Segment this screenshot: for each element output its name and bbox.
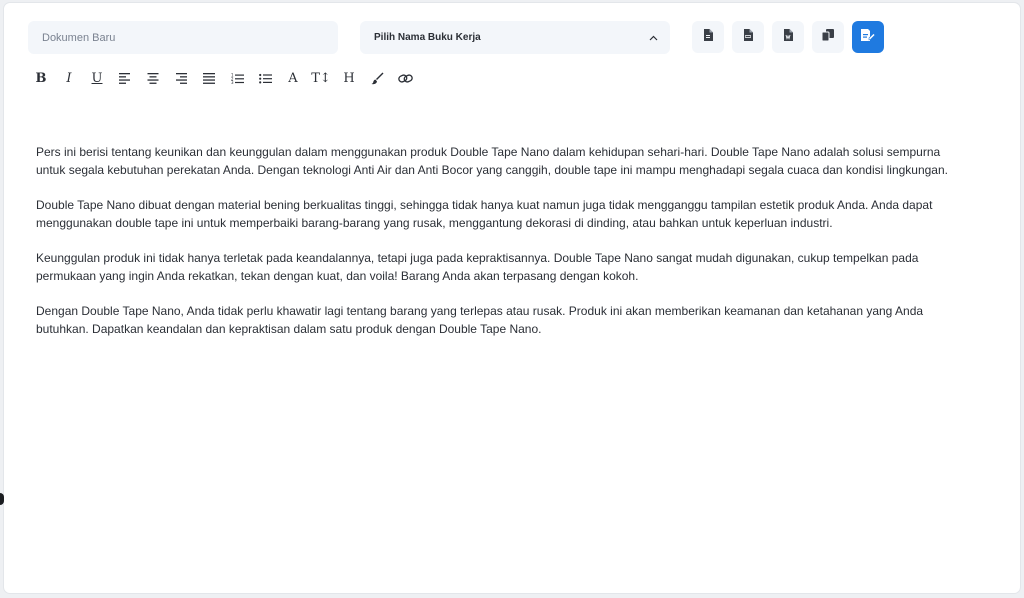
editor-paragraph: Dengan Double Tape Nano, Anda tidak perl… [36, 304, 924, 336]
doc-file-icon [783, 28, 793, 46]
file-icon [703, 28, 713, 46]
new-file-button[interactable] [692, 21, 724, 53]
font-size-button[interactable]: T↕ [311, 69, 331, 87]
save-edit-icon [861, 28, 876, 46]
editor-paragraph: Keunggulan produk ini tidak hanya terlet… [36, 251, 919, 283]
align-justify-button[interactable] [201, 69, 217, 87]
copy-icon [821, 28, 834, 46]
underline-button[interactable]: U [89, 69, 105, 87]
link-icon [397, 73, 413, 83]
bullet-list-icon [258, 73, 272, 83]
editor-paragraph: Double Tape Nano dibuat dengan material … [36, 198, 933, 230]
export-pdf-button[interactable] [732, 21, 764, 53]
align-left-icon [119, 72, 130, 84]
document-name-input[interactable] [28, 21, 338, 54]
brush-button[interactable] [369, 69, 385, 87]
ordered-list-button[interactable]: 123 [229, 69, 245, 87]
bullet-list-button[interactable] [257, 69, 273, 87]
workbook-select-label: Pilih Nama Buku Kerja [374, 32, 481, 43]
editor-paragraph: Pers ini berisi tentang keunikan dan keu… [36, 145, 948, 177]
align-justify-icon [203, 72, 215, 84]
font-color-button[interactable]: A [285, 69, 301, 87]
align-right-icon [176, 72, 187, 84]
formatting-toolbar: B I U 123 A T↕ H [33, 69, 425, 87]
align-right-button[interactable] [173, 69, 189, 87]
bold-button[interactable]: B [33, 69, 49, 87]
heading-button[interactable]: H [341, 69, 357, 87]
align-center-icon [147, 72, 159, 84]
editor-card: Pilih Nama Buku Kerja [4, 3, 1020, 593]
ordered-list-icon: 123 [231, 73, 244, 84]
align-center-button[interactable] [145, 69, 161, 87]
pdf-file-icon [743, 28, 753, 46]
copy-button[interactable] [812, 21, 844, 53]
align-left-button[interactable] [117, 69, 133, 87]
document-editor[interactable]: Pers ini berisi tentang keunikan dan keu… [36, 143, 972, 355]
export-doc-button[interactable] [772, 21, 804, 53]
action-buttons [692, 21, 884, 53]
link-button[interactable] [397, 69, 413, 87]
italic-button[interactable]: I [61, 69, 77, 87]
chevron-up-icon [648, 33, 658, 43]
save-document-button[interactable] [852, 21, 884, 53]
brush-icon [371, 72, 383, 84]
svg-text:3: 3 [231, 80, 234, 84]
workbook-select[interactable]: Pilih Nama Buku Kerja [360, 21, 670, 54]
